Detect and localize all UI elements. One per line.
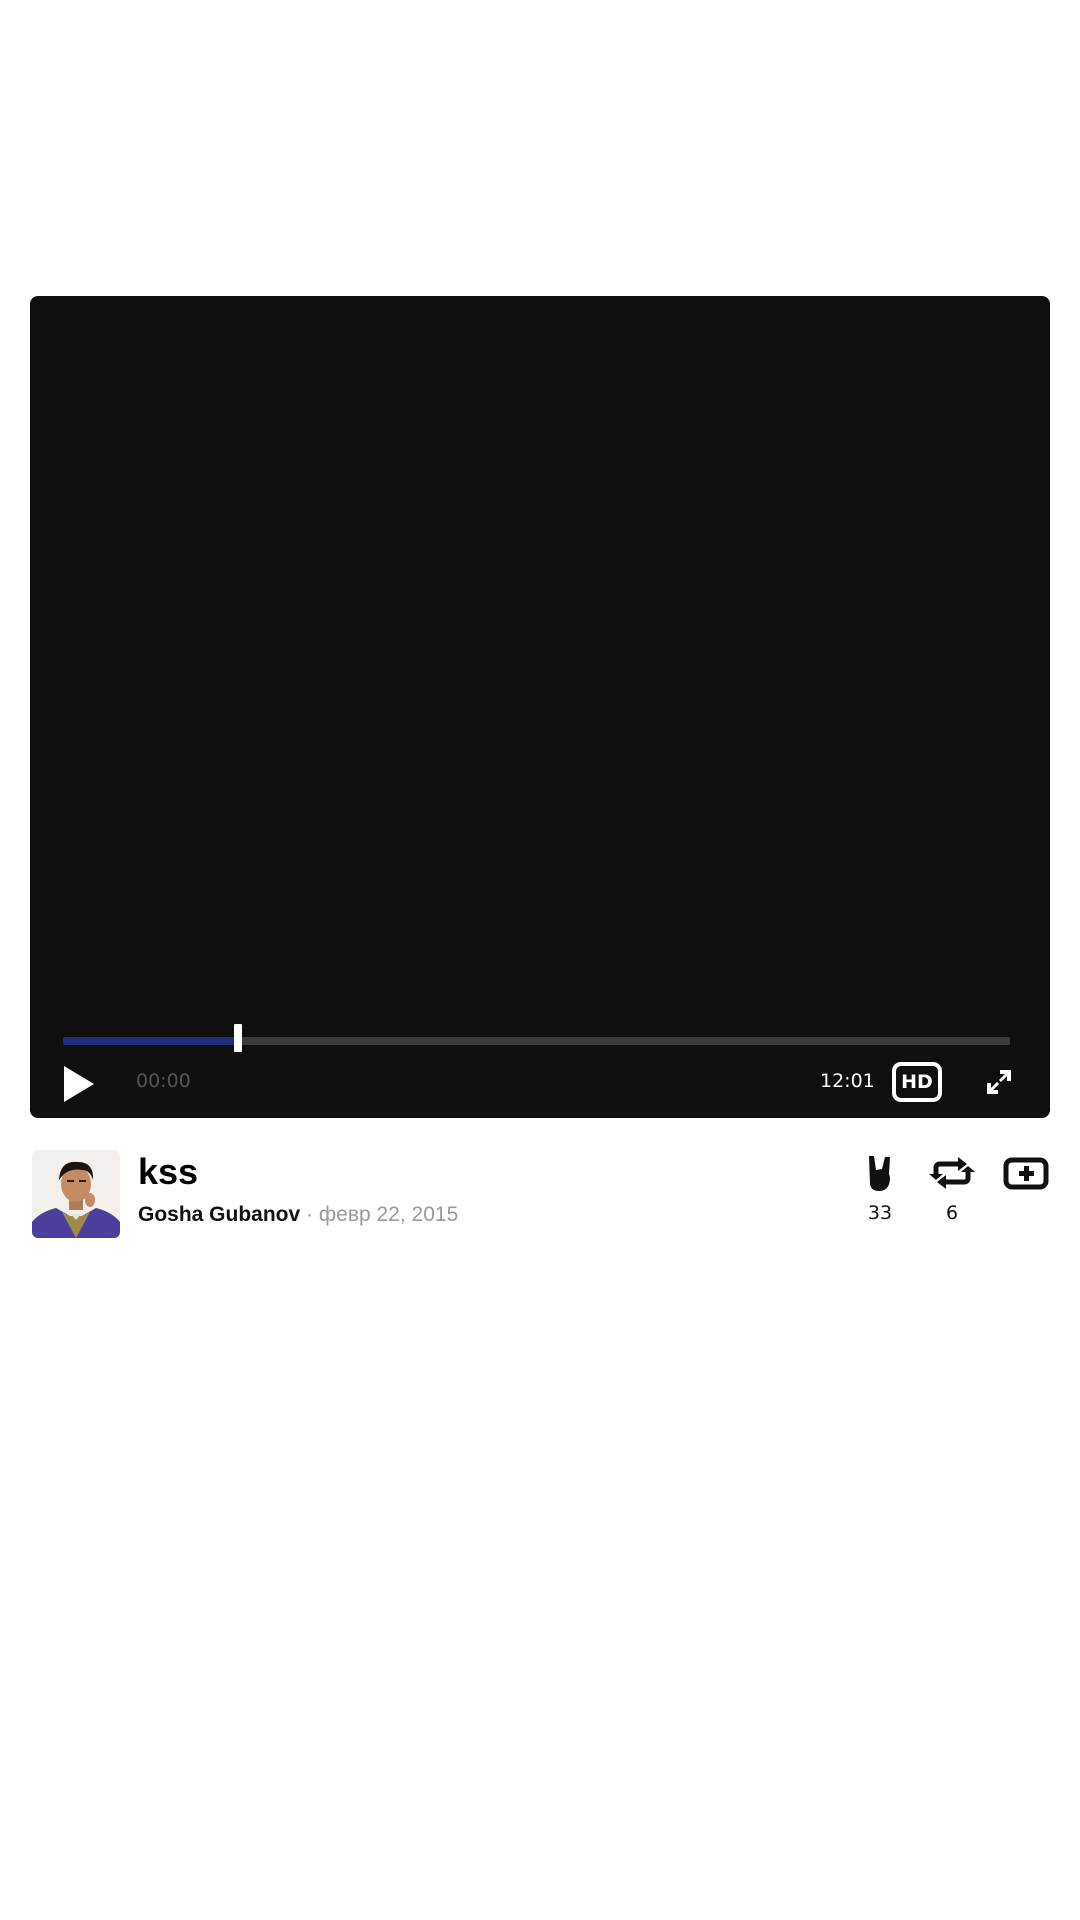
rock-hand-icon bbox=[869, 1156, 890, 1191]
current-time: 00:00 bbox=[136, 1070, 191, 1092]
post-date: февр 22, 2015 bbox=[318, 1203, 459, 1226]
author-name[interactable]: Gosha Gubanov bbox=[138, 1203, 300, 1226]
repost-count: 6 bbox=[945, 1202, 959, 1224]
meta-separator: · bbox=[306, 1203, 314, 1226]
total-time: 12:01 bbox=[820, 1070, 875, 1092]
seek-bar-progress bbox=[63, 1037, 239, 1045]
rock-button[interactable]: 33 bbox=[850, 1154, 910, 1224]
post-info: kss Gosha Gubanov · февр 22, 2015 33 6 bbox=[32, 1150, 1052, 1242]
repost-icon bbox=[929, 1157, 975, 1189]
post-title: kss bbox=[138, 1151, 199, 1192]
video-player[interactable]: 00:00 12:01 HD bbox=[30, 296, 1050, 1118]
add-to-playlist-button[interactable] bbox=[996, 1154, 1056, 1192]
fullscreen-button[interactable] bbox=[986, 1069, 1012, 1095]
user-avatar-image bbox=[32, 1150, 120, 1238]
video-screen[interactable] bbox=[30, 296, 1050, 1016]
avatar[interactable] bbox=[32, 1150, 120, 1238]
play-button[interactable] bbox=[62, 1064, 96, 1104]
seek-bar-handle[interactable] bbox=[234, 1024, 243, 1052]
hd-toggle-button[interactable]: HD bbox=[892, 1062, 942, 1102]
rock-count: 33 bbox=[867, 1202, 893, 1224]
play-icon bbox=[64, 1066, 94, 1102]
repost-button[interactable]: 6 bbox=[922, 1154, 982, 1224]
add-to-playlist-icon bbox=[1003, 1157, 1049, 1190]
fullscreen-icon bbox=[987, 1070, 1011, 1094]
seek-bar[interactable] bbox=[63, 1024, 1010, 1052]
post-meta: Gosha Gubanov · февр 22, 2015 bbox=[138, 1204, 458, 1225]
